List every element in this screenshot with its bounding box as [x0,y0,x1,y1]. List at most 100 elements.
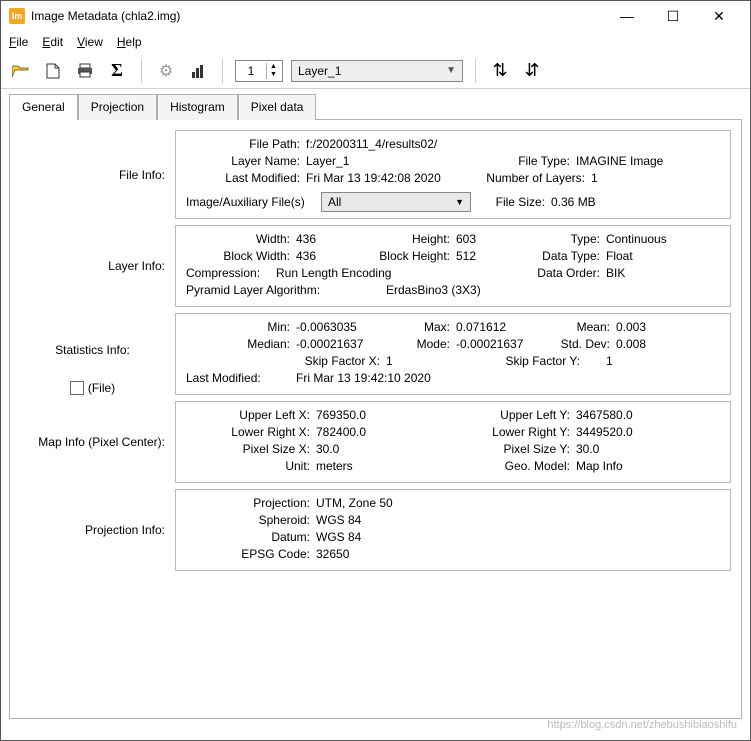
pyramid-algo-value: ErdasBino3 (3X3) [336,283,481,297]
file-size-value: 0.36 MB [551,195,596,209]
file-info-panel: File Path:f:/20200311_4/results02/ Layer… [175,130,731,219]
layer-info-panel: Width:436 Height:603 Type:Continuous Blo… [175,225,731,307]
tab-bar: General Projection Histogram Pixel data [9,93,742,119]
mode-label: Mode: [386,337,456,351]
height-label: Height: [356,232,456,246]
psx-label: Pixel Size X: [186,442,316,456]
toolbar-separator [141,59,142,83]
menu-file[interactable]: File [9,35,28,49]
stats-info-panel: Min:-0.0063035 Max:0.071612 Mean:0.003 M… [175,313,731,395]
aux-files-select[interactable]: All ▼ [321,192,471,212]
map-info-label: Map Info (Pixel Center): [20,401,175,483]
compression-label: Compression: [186,266,276,280]
sigma-icon[interactable]: Σ [105,59,129,83]
block-width-value: 436 [296,249,316,263]
sort-asc-icon[interactable]: ⇅ [488,59,512,83]
close-button[interactable]: ✕ [696,1,742,31]
stats-last-mod-label: Last Modified: [186,371,276,385]
max-value: 0.071612 [456,320,506,334]
lrx-value: 782400.0 [316,425,366,439]
layer-number-input[interactable]: ▲▼ [235,60,283,82]
median-value: -0.00021637 [296,337,363,351]
spin-up-icon[interactable]: ▲ [266,63,280,71]
file-info-label: File Info: [20,130,175,219]
lry-label: Lower Right Y: [446,425,576,439]
tab-pixel-data[interactable]: Pixel data [238,94,317,120]
min-value: -0.0063035 [296,320,357,334]
psy-label: Pixel Size Y: [446,442,576,456]
tab-general[interactable]: General [9,94,78,120]
height-value: 603 [456,232,476,246]
file-checkbox[interactable] [70,381,84,395]
skip-x-value: 1 [386,354,393,368]
data-type-label: Data Type: [526,249,606,263]
skip-y-value: 1 [586,354,613,368]
layer-select[interactable]: Layer_1 ▼ [291,60,463,82]
last-modified-value: Fri Mar 13 19:42:08 2020 [306,171,441,185]
print-icon[interactable] [73,59,97,83]
layer-info-label: Layer Info: [20,225,175,307]
toolbar-separator [222,59,223,83]
tab-projection[interactable]: Projection [78,94,157,120]
block-height-value: 512 [456,249,476,263]
chevron-down-icon: ▼ [455,197,464,207]
gear-icon[interactable]: ⚙ [154,59,178,83]
titlebar: Im Image Metadata (chla2.img) — ☐ ✕ [1,1,750,31]
minimize-button[interactable]: — [604,1,650,31]
psy-value: 30.0 [576,442,599,456]
ulx-value: 769350.0 [316,408,366,422]
uly-value: 3467580.0 [576,408,633,422]
num-layers-label: Number of Layers: [476,171,591,185]
file-checkbox-row[interactable]: (File) [70,381,115,395]
type-label: Type: [526,232,606,246]
stats-label-group: Statistics Info: (File) [20,313,175,395]
spheroid-label: Spheroid: [186,513,316,527]
width-label: Width: [186,232,296,246]
toolbar-separator [475,59,476,83]
lrx-label: Lower Right X: [186,425,316,439]
geo-model-label: Geo. Model: [446,459,576,473]
num-layers-value: 1 [591,171,598,185]
uly-label: Upper Left Y: [446,408,576,422]
menu-help[interactable]: Help [117,35,142,49]
sort-desc-icon[interactable]: ⇵ [520,59,544,83]
aux-files-value: All [328,195,341,209]
menu-edit[interactable]: Edit [42,35,63,49]
file-type-label: File Type: [476,154,576,168]
maximize-button[interactable]: ☐ [650,1,696,31]
menu-view[interactable]: View [77,35,103,49]
projection-value: UTM, Zone 50 [316,496,393,510]
file-checkbox-label: (File) [88,381,115,395]
median-label: Median: [186,337,296,351]
unit-value: meters [316,459,353,473]
tab-content: File Info: File Path:f:/20200311_4/resul… [9,119,742,719]
layer-number-field[interactable] [236,64,266,78]
open-icon[interactable] [9,59,33,83]
geo-model-value: Map Info [576,459,623,473]
skip-y-label: Skip Factor Y: [456,354,586,368]
data-order-label: Data Order: [526,266,606,280]
data-type-value: Float [606,249,633,263]
epsg-label: EPSG Code: [186,547,316,561]
chart-icon[interactable] [186,59,210,83]
spin-down-icon[interactable]: ▼ [266,71,280,79]
lry-value: 3449520.0 [576,425,633,439]
compression-value: Run Length Encoding [276,266,391,280]
new-icon[interactable] [41,59,65,83]
file-type-value: IMAGINE Image [576,154,663,168]
spheroid-value: WGS 84 [316,513,361,527]
stats-info-label: Statistics Info: [55,343,130,357]
file-size-label: File Size: [471,195,551,209]
tab-histogram[interactable]: Histogram [157,94,238,120]
block-height-label: Block Height: [356,249,456,263]
mode-value: -0.00021637 [456,337,523,351]
app-icon: Im [9,8,25,24]
watermark: https://blog.csdn.net/zhebushibiaoshifu [547,719,737,731]
width-value: 436 [296,232,316,246]
chevron-down-icon: ▼ [446,65,456,76]
datum-label: Datum: [186,530,316,544]
toolbar: Σ ⚙ ▲▼ Layer_1 ▼ ⇅ ⇵ [1,53,750,89]
projection-info-label: Projection Info: [20,489,175,571]
skip-x-label: Skip Factor X: [186,354,386,368]
layer-name-value: Layer_1 [306,154,349,168]
